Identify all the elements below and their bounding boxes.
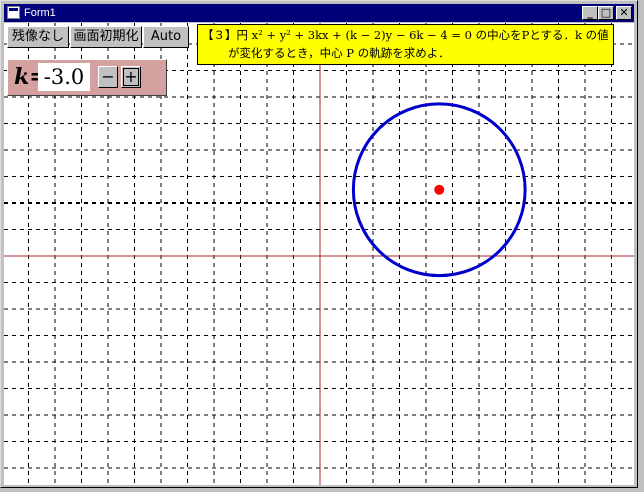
canvas-area[interactable]: 残像なし 画面初期化 Auto 【３】円 x² + y² + 3kx + (k … bbox=[4, 23, 634, 485]
k-increment-button[interactable]: + bbox=[121, 66, 141, 88]
maximize-button[interactable]: □ bbox=[598, 6, 614, 20]
problem-line-2: が変化するとき，中心 P の軌跡を求めよ． bbox=[228, 46, 450, 60]
k-control-panel: k= -3.0 − + bbox=[7, 59, 167, 96]
app-window: Form1 _ □ ✕ 残像なし 画面初期化 Auto 【３】円 x² + y²… bbox=[0, 0, 638, 488]
no-trace-button[interactable]: 残像なし bbox=[7, 26, 69, 48]
title-bar[interactable]: Form1 _ □ ✕ bbox=[4, 4, 634, 22]
close-button[interactable]: ✕ bbox=[616, 6, 632, 20]
auto-button[interactable]: Auto bbox=[143, 26, 189, 48]
problem-statement: 【３】円 x² + y² + 3kx + (k − 2)y − 6k − 4 =… bbox=[197, 24, 614, 65]
reset-screen-button[interactable]: 画面初期化 bbox=[70, 26, 142, 48]
problem-line-1: 【３】円 x² + y² + 3kx + (k − 2)y − 6k − 4 =… bbox=[202, 28, 609, 42]
k-decrement-button[interactable]: − bbox=[98, 66, 118, 88]
center-point-p bbox=[434, 184, 445, 195]
minimize-button[interactable]: _ bbox=[582, 6, 598, 20]
app-icon[interactable] bbox=[7, 6, 20, 19]
k-value-display: -3.0 bbox=[38, 63, 90, 91]
window-title: Form1 bbox=[24, 7, 56, 19]
